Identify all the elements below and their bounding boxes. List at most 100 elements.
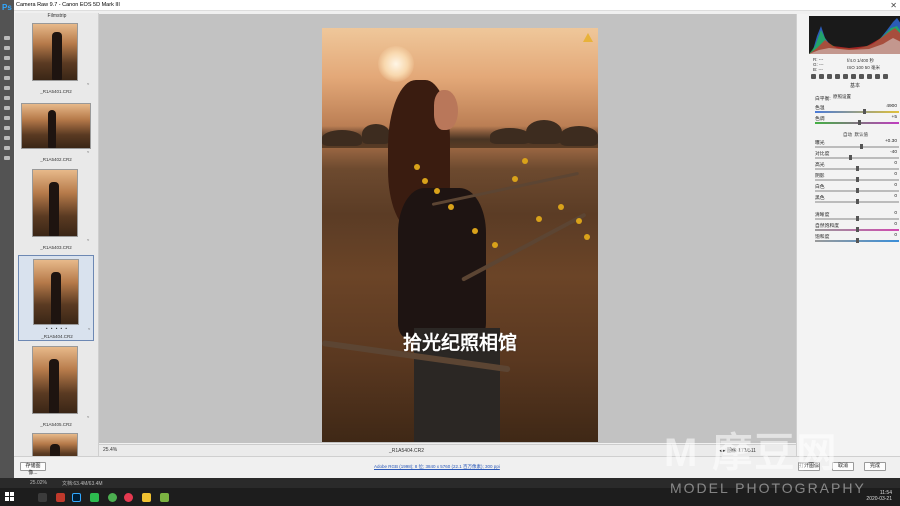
task-view-icon[interactable]	[38, 493, 47, 502]
split-toning-tab-icon[interactable]	[843, 74, 848, 79]
slider-value[interactable]: +5	[883, 115, 897, 120]
warning-icon[interactable]	[583, 33, 593, 42]
camera-calibration-tab-icon[interactable]	[867, 74, 872, 79]
ps-zoom[interactable]: 25.02%	[30, 480, 47, 486]
preview-photo[interactable]: 拾光纪照相馆	[322, 28, 598, 442]
blacks-slider[interactable]	[815, 199, 899, 204]
slider-value[interactable]: 0	[883, 194, 897, 199]
slider-value[interactable]: -40	[883, 150, 897, 155]
zoom-level[interactable]: 25.4%	[103, 447, 117, 453]
temperature-slider[interactable]	[815, 109, 899, 114]
marquee-tool-icon[interactable]	[4, 46, 10, 50]
highlights-slider[interactable]	[815, 166, 899, 171]
close-icon[interactable]: ✕	[890, 1, 897, 10]
slider-value[interactable]: 4900	[883, 104, 897, 109]
slider-value[interactable]: 0	[883, 172, 897, 177]
sun	[378, 46, 414, 82]
system-clock[interactable]: 11:54 2020-03-21	[866, 490, 892, 502]
slider-value[interactable]: 0	[883, 222, 897, 227]
wb-select[interactable]: 原照设置	[833, 94, 875, 100]
vibrance-slider[interactable]	[815, 227, 899, 232]
brush-tool-icon[interactable]	[4, 96, 10, 100]
ps-doc-size: 文档:63.4M/63.4M	[62, 481, 103, 487]
done-button[interactable]: 完成	[864, 462, 886, 471]
filmstrip-thumb[interactable]	[18, 433, 94, 456]
info-b: B: ---	[813, 67, 823, 72]
default-link[interactable]: 默认值	[855, 132, 869, 137]
detail-tab-icon[interactable]	[827, 74, 832, 79]
slider-label: 色温	[815, 106, 825, 111]
section-title: 基本	[849, 83, 860, 89]
filmstrip-header[interactable]: Filmstrip	[15, 13, 98, 21]
healing-tool-icon[interactable]	[4, 86, 10, 90]
open-image-button[interactable]: 打开图像	[798, 462, 820, 471]
tone-curve-tab-icon[interactable]	[819, 74, 824, 79]
filmstrip-thumb[interactable]: _R1A5402.CR2 ≈	[18, 101, 94, 167]
presets-tab-icon[interactable]	[875, 74, 880, 79]
lasso-tool-icon[interactable]	[4, 56, 10, 60]
whites-slider[interactable]	[815, 188, 899, 193]
slider-value[interactable]: +0.30	[883, 139, 897, 144]
photoshop-toolbar: Ps	[0, 0, 14, 490]
image-pager[interactable]: ◂ ▸ 图像 171/511	[719, 447, 756, 454]
fx-tab-icon[interactable]	[859, 74, 864, 79]
tint-slider[interactable]	[815, 120, 899, 125]
shadows-slider[interactable]	[815, 177, 899, 182]
auto-link[interactable]: 自动 默认值	[843, 132, 868, 138]
clarity-slider[interactable]	[815, 216, 899, 221]
thumb-filename: _R1A5405.CR2	[40, 422, 72, 427]
music-app-icon[interactable]	[124, 493, 133, 502]
saturation-slider[interactable]	[815, 238, 899, 243]
zoom-tool-icon[interactable]	[4, 156, 10, 160]
pen-tool-icon[interactable]	[4, 126, 10, 130]
title-bar: Camera Raw 9.7 - Canon EOS 5D Mark III ✕	[14, 0, 900, 11]
snapshots-tab-icon[interactable]	[883, 74, 888, 79]
eraser-tool-icon[interactable]	[4, 116, 10, 120]
filmstrip-thumb[interactable]: _R1A5401.CR2 ≈	[18, 23, 94, 103]
slider-label: 阴影	[815, 174, 825, 179]
slider-value[interactable]: 0	[883, 233, 897, 238]
preview-canvas[interactable]: 拾光纪照相馆	[99, 14, 796, 443]
filmstrip-thumb[interactable]: _R1A5405.CR2 ≈	[18, 346, 94, 427]
edited-badge-icon: ≈	[87, 237, 90, 242]
crop-tool-icon[interactable]	[4, 66, 10, 70]
wechat-icon[interactable]	[90, 493, 99, 502]
app-icon[interactable]	[160, 493, 169, 502]
app-icon[interactable]	[56, 493, 65, 502]
edited-badge-icon: ≈	[87, 149, 90, 154]
photoshop-logo: Ps	[2, 3, 12, 12]
slider-label: 曝光	[815, 141, 825, 146]
slider-label: 清晰度	[815, 213, 830, 218]
move-tool-icon[interactable]	[4, 36, 10, 40]
panel-tabs	[811, 74, 899, 81]
lens-tab-icon[interactable]	[851, 74, 856, 79]
folder-icon[interactable]	[142, 493, 151, 502]
slider-value[interactable]: 0	[883, 183, 897, 188]
slider-label: 高光	[815, 163, 825, 168]
basic-tab-icon[interactable]	[811, 74, 816, 79]
eyedropper-tool-icon[interactable]	[4, 76, 10, 80]
hsl-tab-icon[interactable]	[835, 74, 840, 79]
photoshop-app-icon[interactable]	[72, 493, 81, 502]
text-tool-icon[interactable]	[4, 136, 10, 140]
exposure-info: f/4.0 1/400 秒	[847, 58, 875, 63]
rating-stars[interactable]: • • • • •	[19, 326, 95, 331]
save-image-button[interactable]: 存储图像...	[20, 462, 46, 476]
stamp-tool-icon[interactable]	[4, 106, 10, 110]
filmstrip-thumb-selected[interactable]: • • • • • _R1A5404.CR2 ≈	[18, 255, 94, 341]
browser-icon[interactable]	[108, 493, 117, 502]
thumb-filename: _R1A5404.CR2	[41, 334, 73, 339]
filmstrip: Filmstrip _R1A5401.CR2 ≈ _R1A5402.CR2 ≈ …	[15, 13, 99, 456]
edited-badge-icon: ≈	[87, 414, 90, 419]
hand-tool-icon[interactable]	[4, 146, 10, 150]
contrast-slider[interactable]	[815, 155, 899, 160]
windows-start-icon[interactable]	[5, 492, 14, 501]
slider-value[interactable]: 0	[883, 161, 897, 166]
cancel-button[interactable]: 取消	[832, 462, 854, 471]
slider-label: 色调	[815, 117, 825, 122]
workflow-options-link[interactable]: Adobe RGB (1998); 8 位; 3840 x 5760 (22.1…	[374, 464, 500, 470]
slider-value[interactable]: 0	[883, 211, 897, 216]
filmstrip-thumb[interactable]: _R1A5403.CR2 ≈	[18, 169, 94, 250]
exposure-slider[interactable]	[815, 144, 899, 149]
thumbnail-image	[21, 103, 91, 149]
